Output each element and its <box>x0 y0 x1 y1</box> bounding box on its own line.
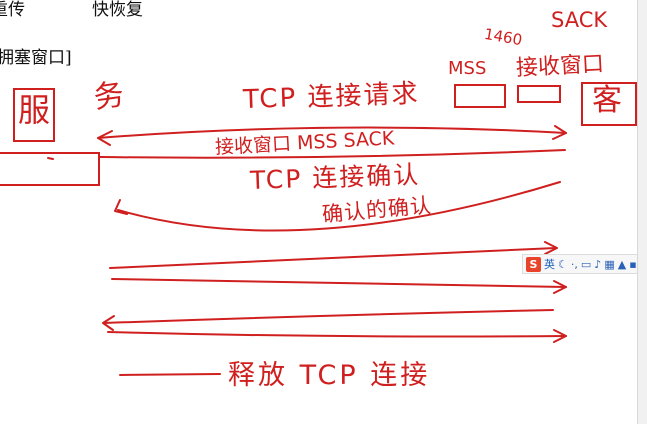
request-arrow <box>97 126 567 139</box>
reply-arrow <box>99 149 566 159</box>
tools-icon[interactable]: ▪ <box>629 258 636 271</box>
data-arrow-2 <box>111 278 567 288</box>
vertical-scrollbar[interactable] <box>637 0 647 424</box>
grid-icon[interactable]: ▦ <box>604 258 614 271</box>
moon-icon[interactable]: ☾ <box>558 258 568 271</box>
keyboard-icon[interactable]: ▭ <box>581 258 591 271</box>
ime-toolbar[interactable]: S 英 ☾ ·, ▭ ♪ ▦ ▲ ▪ <box>522 254 641 274</box>
shirt-icon[interactable]: ▲ <box>618 258 626 271</box>
sequence-arrows <box>47 125 567 376</box>
punct-icon[interactable]: ·, <box>571 258 578 271</box>
release-arrow <box>119 373 221 376</box>
data-arrow-3 <box>103 309 554 324</box>
mic-icon[interactable]: ♪ <box>594 258 601 271</box>
data-arrow-4 <box>107 331 567 338</box>
ime-language-toggle[interactable]: 英 <box>544 256 555 272</box>
confirm-arrow <box>117 181 561 232</box>
sogou-logo-icon[interactable]: S <box>526 256 541 272</box>
data-arrow-1 <box>109 247 557 269</box>
